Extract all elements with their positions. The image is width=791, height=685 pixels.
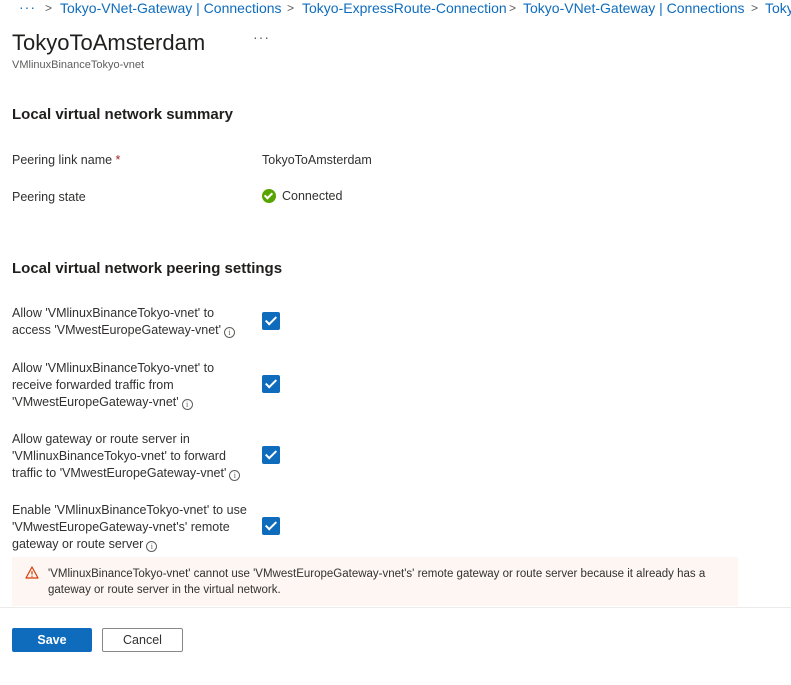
success-check-icon <box>262 189 276 203</box>
info-icon[interactable]: i <box>229 470 241 481</box>
breadcrumb-overflow-button[interactable]: ··· <box>19 0 36 15</box>
peering-state-label: Peering state <box>12 190 86 204</box>
warning-banner: 'VMlinuxBinanceTokyo-vnet' cannot use 'V… <box>12 557 738 606</box>
setting-gateway-transit-label: Allow gateway or route server in 'VMlinu… <box>12 431 252 482</box>
page-header: TokyoToAmsterdam ··· <box>12 29 269 57</box>
breadcrumb-link-tokyo[interactable]: Tokyo <box>765 0 791 16</box>
peering-link-name-label-text: Peering link name <box>12 153 113 167</box>
chevron-right-icon: > <box>45 1 53 15</box>
footer-divider <box>0 607 791 608</box>
setting-allow-access-text: Allow 'VMlinuxBinanceTokyo-vnet' to acce… <box>12 306 222 337</box>
receive-forwarded-traffic-checkbox[interactable] <box>262 375 280 393</box>
setting-gateway-transit-text: Allow gateway or route server in 'VMlinu… <box>12 432 227 480</box>
summary-heading: Local virtual network summary <box>12 106 233 123</box>
breadcrumb: ··· > Tokyo-VNet-Gateway | Connections >… <box>0 0 791 18</box>
chevron-right-icon: > <box>751 1 759 15</box>
save-button[interactable]: Save <box>12 628 92 652</box>
info-icon[interactable]: i <box>181 399 193 410</box>
info-icon[interactable]: i <box>224 327 236 338</box>
peering-link-name-label: Peering link name * <box>12 152 120 169</box>
setting-forwarded-traffic-label: Allow 'VMlinuxBinanceTokyo-vnet' to rece… <box>12 360 252 411</box>
peering-state-text: Connected <box>282 189 343 203</box>
warning-icon <box>25 566 39 579</box>
page-subtitle: VMlinuxBinanceTokyo-vnet <box>12 59 145 71</box>
chevron-right-icon: > <box>509 1 517 15</box>
gateway-transit-checkbox[interactable] <box>262 446 280 464</box>
warning-text: 'VMlinuxBinanceTokyo-vnet' cannot use 'V… <box>48 568 706 596</box>
page-title: TokyoToAmsterdam <box>12 30 206 55</box>
chevron-right-icon: > <box>287 1 295 15</box>
breadcrumb-link-expressroute-connection[interactable]: Tokyo-ExpressRoute-Connection <box>302 0 507 16</box>
cancel-button[interactable]: Cancel <box>102 628 183 652</box>
setting-remote-gateway-label: Enable 'VMlinuxBinanceTokyo-vnet' to use… <box>12 502 252 553</box>
setting-allow-access-label: Allow 'VMlinuxBinanceTokyo-vnet' to acce… <box>12 305 252 339</box>
settings-heading: Local virtual network peering settings <box>12 260 283 277</box>
use-remote-gateway-checkbox[interactable] <box>262 517 280 535</box>
setting-remote-gateway-text: Enable 'VMlinuxBinanceTokyo-vnet' to use… <box>12 503 247 551</box>
breadcrumb-link-gateway-connections[interactable]: Tokyo-VNet-Gateway | Connections <box>60 0 282 16</box>
peering-link-name-value: TokyoToAmsterdam <box>262 153 372 167</box>
allow-access-checkbox[interactable] <box>262 312 280 330</box>
info-icon[interactable]: i <box>146 541 158 552</box>
more-options-icon[interactable]: ··· <box>253 29 270 45</box>
breadcrumb-link-gateway-connections-2[interactable]: Tokyo-VNet-Gateway | Connections <box>523 0 745 16</box>
peering-state-value: Connected <box>262 189 342 203</box>
required-marker: * <box>115 153 121 167</box>
